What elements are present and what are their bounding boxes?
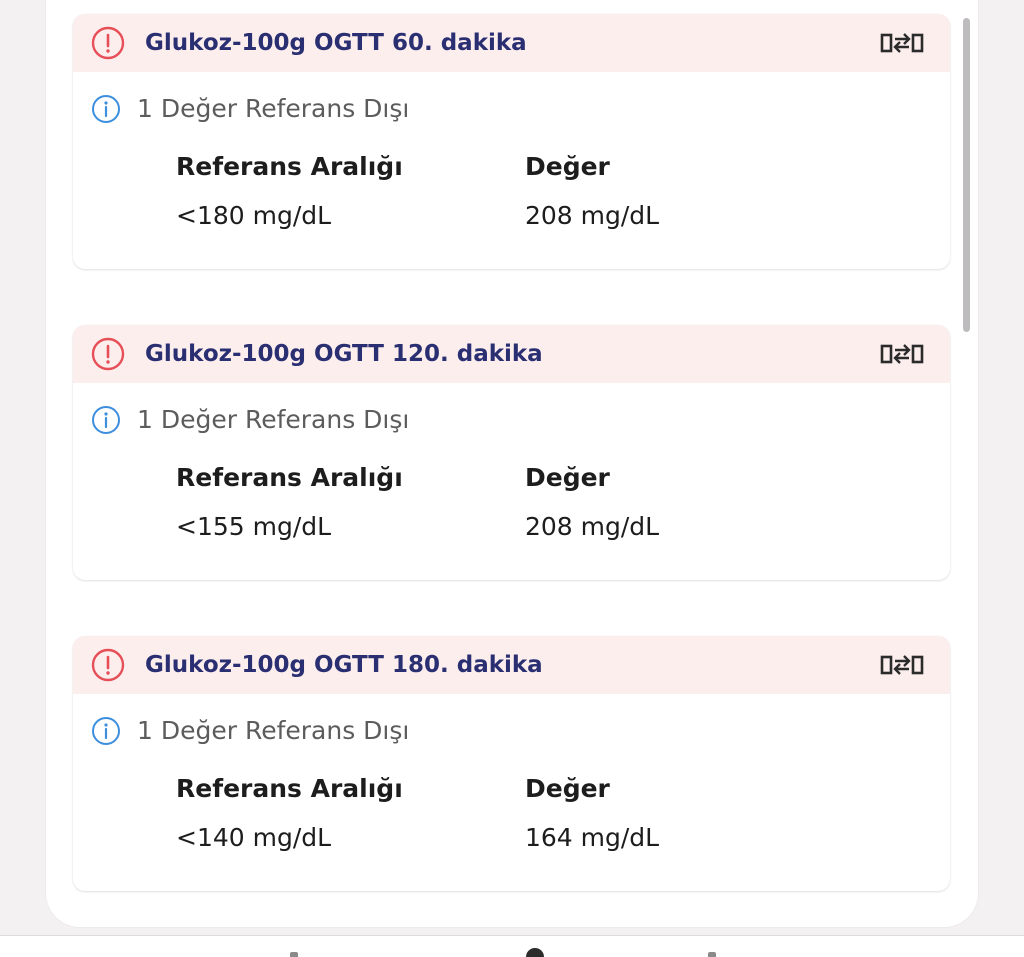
reference-range-label: Referans Aralığı	[176, 774, 403, 803]
test-result-card[interactable]: Glukoz-100g OGTT 180. dakika 1 Değer Ref…	[73, 636, 950, 891]
test-title: Glukoz-100g OGTT 60. dakika	[145, 30, 527, 56]
test-result-card[interactable]: Glukoz-100g OGTT 120. dakika 1 Değer Ref…	[73, 325, 950, 580]
test-result-card[interactable]: Glukoz-100g OGTT 60. dakika 1 Değer Refe…	[73, 14, 950, 269]
card-header: Glukoz-100g OGTT 180. dakika	[73, 636, 950, 694]
info-circle-icon	[92, 406, 120, 434]
bottom-navigation-bar	[0, 935, 1024, 957]
reference-range-value: <140 mg/dL	[176, 823, 332, 852]
card-header: Glukoz-100g OGTT 60. dakika	[73, 14, 950, 72]
out-of-range-info: 1 Değer Referans Dışı	[137, 405, 410, 434]
alert-circle-icon	[91, 26, 125, 60]
compare-swap-icon[interactable]	[880, 651, 924, 679]
compare-swap-icon[interactable]	[880, 29, 924, 57]
result-value: 164 mg/dL	[525, 823, 660, 852]
scrollbar[interactable]	[963, 18, 970, 332]
info-circle-icon	[92, 717, 120, 745]
out-of-range-info: 1 Değer Referans Dışı	[137, 716, 410, 745]
card-header: Glukoz-100g OGTT 120. dakika	[73, 325, 950, 383]
info-circle-icon	[92, 95, 120, 123]
test-title: Glukoz-100g OGTT 180. dakika	[145, 652, 543, 678]
nav-item-icon[interactable]	[290, 952, 298, 957]
value-label: Değer	[525, 774, 610, 803]
value-label: Değer	[525, 463, 610, 492]
result-value: 208 mg/dL	[525, 512, 660, 541]
reference-range-value: <180 mg/dL	[176, 201, 332, 230]
alert-circle-icon	[91, 648, 125, 682]
out-of-range-info: 1 Değer Referans Dışı	[137, 94, 410, 123]
alert-circle-icon	[91, 337, 125, 371]
test-title: Glukoz-100g OGTT 120. dakika	[145, 341, 543, 367]
compare-swap-icon[interactable]	[880, 340, 924, 368]
reference-range-label: Referans Aralığı	[176, 463, 403, 492]
value-label: Değer	[525, 152, 610, 181]
reference-range-label: Referans Aralığı	[176, 152, 403, 181]
result-value: 208 mg/dL	[525, 201, 660, 230]
reference-range-value: <155 mg/dL	[176, 512, 332, 541]
nav-item-icon[interactable]	[708, 952, 716, 957]
